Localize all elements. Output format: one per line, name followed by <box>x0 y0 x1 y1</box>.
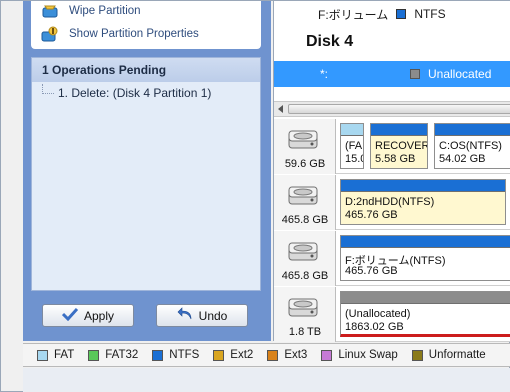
filesystem-legend: FAT FAT32 NTFS Ext2 Ext3 Linux Swap Unformatte <box>23 343 510 367</box>
partition-size: 1863.02 GB <box>345 321 404 333</box>
apply-button[interactable]: Apply <box>42 304 134 327</box>
operations-pending-panel: 1 Operations Pending 1. Delete: (Disk 4 … <box>31 57 261 291</box>
volume-fs: NTFS <box>414 7 446 21</box>
disk-size: 465.8 GB <box>281 270 329 282</box>
disk-icon-cell: 465.8 GB <box>274 175 336 230</box>
wipe-partition-label: Wipe Partition <box>69 5 141 17</box>
legend-swatch <box>267 349 279 361</box>
legend-item: Ext3 <box>267 349 307 361</box>
operations-box: Wipe Partition Show Partition Properties <box>31 1 261 49</box>
disk-row[interactable]: 465.8 GB D:2ndHDD(NTFS) 465.76 GB <box>274 175 510 230</box>
volume-legend-row: F:ボリューム NTFS <box>318 5 446 23</box>
legend-label: Ext2 <box>230 349 254 361</box>
partition-type-bar <box>341 124 363 136</box>
legend-label: NTFS <box>169 349 200 361</box>
show-partition-properties-label: Show Partition Properties <box>69 28 199 40</box>
disk-size: 465.8 GB <box>281 214 329 226</box>
legend-swatch <box>213 349 225 361</box>
operations-pending-title: 1 Operations Pending <box>32 58 260 82</box>
hard-drive-icon <box>288 185 318 207</box>
legend-swatch <box>321 349 333 361</box>
legend-item: NTFS <box>152 349 199 361</box>
hard-drive-icon <box>288 241 318 263</box>
unallocated-swatch <box>410 69 420 79</box>
legend-item: Unformatte <box>411 349 486 361</box>
disk-icon-cell: 1.8 TB <box>274 287 336 342</box>
partition-block[interactable]: D:2ndHDD(NTFS) 465.76 GB <box>340 179 506 225</box>
partition-name: RECOVER <box>375 140 428 152</box>
partition-name: (Unallocated) <box>345 308 411 320</box>
disk-title: Disk 4 <box>306 33 354 50</box>
legend-label: FAT <box>54 349 75 361</box>
partition-size: 465.76 GB <box>345 265 398 277</box>
checkmark-icon <box>61 307 79 324</box>
volume-name: F:ボリューム <box>318 7 389 22</box>
partition-size: 5.58 GB <box>375 153 416 165</box>
legend-swatch <box>152 349 164 361</box>
partition-type-bar <box>341 180 505 192</box>
selected-fs-label: Unallocated <box>428 67 492 81</box>
legend-item: Linux Swap <box>321 349 398 361</box>
left-sidebar: Wipe Partition Show Partition Properties… <box>23 1 271 341</box>
hard-drive-icon <box>288 297 318 319</box>
legend-item: FAT32 <box>88 349 138 361</box>
disk-row[interactable]: 59.6 GB(FA15.0RECOVER5.58 GBC:OS(NTFS)54… <box>274 119 510 174</box>
partition-type-bar <box>341 292 510 304</box>
partition-manager-window: Wipe Partition Show Partition Properties… <box>0 0 510 392</box>
selected-partition-row[interactable]: *: Unallocated <box>274 61 510 87</box>
legend-label: Linux Swap <box>338 349 398 361</box>
partition-block[interactable]: (Unallocated) 1863.02 GB <box>340 291 510 337</box>
partition-block[interactable]: RECOVER 5.58 GB <box>370 123 428 169</box>
partition-block[interactable]: C:OS(NTFS) 54.02 GB <box>434 123 510 169</box>
selected-drive-letter: *: <box>320 67 329 81</box>
disk-size: 1.8 TB <box>288 326 322 338</box>
undo-arrow-icon <box>177 307 193 324</box>
partition-type-bar <box>435 124 510 136</box>
wipe-partition-item[interactable]: Wipe Partition <box>41 1 141 21</box>
partition-type-bar <box>371 124 427 136</box>
disk-icon-cell: 465.8 GB <box>274 231 336 286</box>
undo-button[interactable]: Undo <box>156 304 248 327</box>
disk-map-panel: F:ボリューム NTFS Disk 4 *: Unallocated 59.6 … <box>273 1 510 342</box>
partition-block[interactable]: (FA15.0 <box>340 123 364 169</box>
legend-item: Ext2 <box>213 349 253 361</box>
horizontal-scrollbar[interactable] <box>274 101 510 117</box>
legend-swatch <box>88 349 100 361</box>
disk-icon-cell: 59.6 GB <box>274 119 336 174</box>
hard-drive-icon <box>288 129 318 151</box>
apply-label: Apply <box>83 308 115 323</box>
wipe-partition-icon <box>41 2 59 20</box>
partition-name: (FA <box>345 140 363 152</box>
pending-operation-label: 1. Delete: (Disk 4 Partition 1) <box>58 86 212 100</box>
scrollbar-thumb[interactable] <box>288 104 510 114</box>
scroll-left-icon[interactable] <box>278 105 283 113</box>
partition-size: 54.02 GB <box>439 153 486 165</box>
partition-name: D:2ndHDD(NTFS) <box>345 196 435 208</box>
legend-label: FAT32 <box>105 349 139 361</box>
partition-type-bar <box>341 236 510 248</box>
tree-connector <box>42 84 54 94</box>
ntfs-swatch <box>396 9 407 19</box>
legend-swatch <box>37 349 48 361</box>
show-partition-properties-item[interactable]: Show Partition Properties <box>41 24 199 44</box>
status-strip <box>23 368 510 392</box>
disk-row[interactable]: 1.8 TB (Unallocated) 1863.02 GB <box>274 287 510 342</box>
pending-operation-item[interactable]: 1. Delete: (Disk 4 Partition 1) <box>42 84 211 102</box>
partition-block[interactable]: F:ボリューム(NTFS) 465.76 GB <box>340 235 510 281</box>
partition-size: 465.76 GB <box>345 209 398 221</box>
disk-size: 59.6 GB <box>284 158 326 170</box>
partition-properties-icon <box>41 25 59 43</box>
disk-row[interactable]: 465.8 GB F:ボリューム(NTFS) 465.76 GB <box>274 231 510 286</box>
legend-item: FAT <box>37 349 74 361</box>
legend-label: Ext3 <box>284 349 308 361</box>
legend-label: Unformatte <box>428 349 486 361</box>
undo-label: Undo <box>198 308 228 323</box>
partition-size: 15.0 <box>345 153 363 165</box>
partition-name: C:OS(NTFS) <box>439 140 502 152</box>
legend-swatch <box>411 349 423 361</box>
